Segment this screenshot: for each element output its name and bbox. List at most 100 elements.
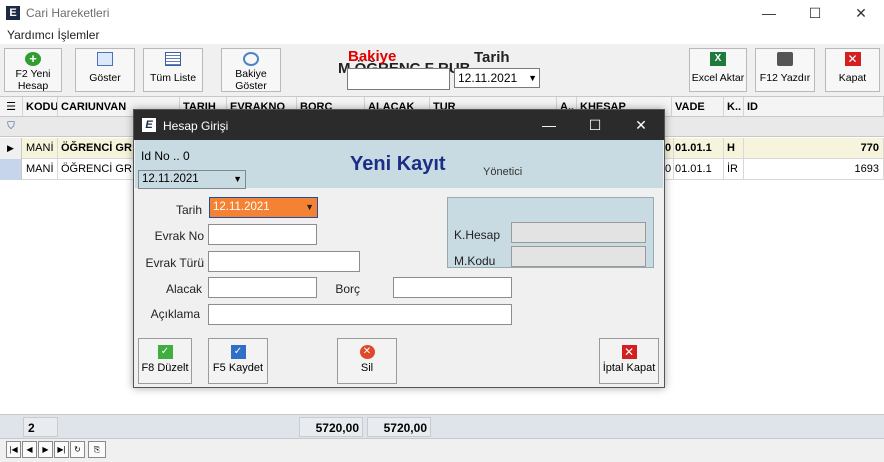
show-button[interactable]: Göster	[75, 48, 135, 92]
id-no-label: Id No .. 0	[141, 149, 190, 163]
check-icon: ✓	[157, 345, 173, 359]
window-close-button[interactable]: ✕	[838, 0, 884, 26]
m-kodu-input[interactable]	[511, 246, 646, 267]
menu-bar: Yardımcı İşlemler	[0, 26, 884, 44]
alacak-label: Alacak	[165, 282, 202, 296]
row-indicator	[0, 159, 22, 180]
dialog-heading: Yeni Kayıt	[350, 153, 446, 175]
refresh-icon[interactable]: ↻	[70, 441, 85, 458]
column-chooser-icon[interactable]: ☰	[0, 97, 23, 117]
view-icon	[97, 52, 113, 66]
tarih-date-value: 12.11.2021	[458, 71, 518, 85]
tarih-date-picker[interactable]: 12.11.2021 ▼	[454, 68, 540, 88]
row-kodu: MANİ	[23, 138, 58, 159]
menu-item-yardimci-islemler[interactable]: Yardımcı İşlemler	[7, 28, 99, 42]
khesap-panel: K.Hesap M.Kodu	[447, 197, 654, 268]
export-icon[interactable]: ⎘	[88, 441, 106, 458]
row-id: 1693	[744, 159, 884, 180]
tarih-field[interactable]: 12.11.2021 ▼	[209, 197, 318, 218]
save-check-icon: ✓	[230, 345, 246, 359]
bakiye-field[interactable]	[347, 68, 450, 90]
dialog-close-button[interactable]: ✕	[618, 110, 664, 140]
dialog-header-panel: Id No .. 0 12.11.2021 ▼ Yeni Kayıt Yönet…	[135, 140, 663, 189]
toolbar: + F2 Yeni Hesap Göster Tüm Liste Bakiye …	[0, 44, 884, 96]
app-logo-icon: E	[6, 6, 20, 20]
print-label: F12 Yazdır	[759, 72, 811, 84]
row-selected-icon: ▶	[0, 138, 22, 159]
row-k: H	[724, 138, 744, 159]
record-navigator: |◀ ◀ ▶ ▶| ↻ ⎘	[0, 438, 884, 462]
next-record-icon[interactable]: ▶	[38, 441, 53, 458]
chevron-down-icon: ▼	[305, 202, 314, 212]
last-record-icon[interactable]: ▶|	[54, 441, 69, 458]
header-date-picker[interactable]: 12.11.2021 ▼	[138, 170, 246, 189]
window-titlebar: E Cari Hareketleri — ☐ ✕	[0, 0, 884, 26]
user-label: Yönetici	[483, 166, 523, 178]
full-list-button[interactable]: Tüm Liste	[143, 48, 203, 92]
bakiye-show-label-1: Bakiye	[235, 68, 267, 80]
dialog-titlebar: E Hesap Girişi — ☐ ✕	[134, 110, 664, 140]
m-kodu-label: M.Kodu	[454, 254, 496, 268]
aciklama-input[interactable]	[208, 304, 512, 325]
duzelt-label: F8 Düzelt	[141, 362, 189, 374]
dialog-logo-icon: E	[142, 118, 156, 132]
print-button[interactable]: F12 Yazdır	[755, 48, 815, 92]
evrak-turu-input[interactable]	[208, 251, 360, 272]
row-vade: 01.01.1	[672, 159, 724, 180]
new-account-button[interactable]: + F2 Yeni Hesap	[4, 48, 62, 92]
aciklama-label: Açıklama	[150, 307, 200, 321]
evrak-no-input[interactable]	[208, 224, 317, 245]
kaydet-label: F5 Kaydet	[212, 362, 264, 374]
printer-icon	[777, 52, 793, 66]
close-button[interactable]: ✕ Kapat	[825, 48, 880, 92]
sil-button[interactable]: ✕ Sil	[337, 338, 397, 384]
column-header-vade[interactable]: VADE	[672, 97, 724, 117]
minimize-button[interactable]: —	[746, 0, 792, 26]
duzelt-button[interactable]: ✓ F8 Düzelt	[138, 338, 192, 384]
iptal-kapat-button[interactable]: ✕ İptal Kapat	[599, 338, 659, 384]
dialog-maximize-button[interactable]: ☐	[572, 110, 618, 140]
bakiye-label: Bakiye	[348, 48, 397, 65]
borc-input[interactable]	[393, 277, 512, 298]
iptal-kapat-label: İptal Kapat	[602, 362, 656, 374]
delete-icon: ✕	[359, 345, 375, 359]
first-record-icon[interactable]: |◀	[6, 441, 21, 458]
column-header-id[interactable]: ID	[744, 97, 884, 117]
excel-export-button[interactable]: X Excel Aktar	[689, 48, 747, 92]
hesap-girisi-dialog: E Hesap Girişi — ☐ ✕ Id No .. 0 12.11.20…	[133, 109, 665, 388]
show-label: Göster	[89, 72, 121, 84]
dialog-minimize-button[interactable]: —	[526, 110, 572, 140]
excel-icon: X	[710, 52, 726, 66]
maximize-button[interactable]: ☐	[792, 0, 838, 26]
alacak-total: 5720,00	[367, 417, 431, 437]
column-header-kodu[interactable]: KODU	[23, 97, 58, 117]
k-hesap-label: K.Hesap	[454, 228, 501, 242]
borc-label: Borç	[335, 282, 360, 296]
close-icon: ✕	[621, 345, 637, 359]
row-id: 770	[744, 138, 884, 159]
dialog-title: Hesap Girişi	[163, 119, 229, 133]
magnifier-icon	[243, 52, 259, 66]
close-icon: ✕	[844, 52, 861, 66]
tarih-field-label: Tarih	[175, 203, 202, 217]
bakiye-show-button[interactable]: Bakiye Göster	[221, 48, 281, 92]
column-header-k[interactable]: K..	[724, 97, 744, 117]
evrak-turu-label: Evrak Türü	[145, 256, 204, 270]
prev-record-icon[interactable]: ◀	[22, 441, 37, 458]
kaydet-button[interactable]: ✓ F5 Kaydet	[208, 338, 268, 384]
alacak-input[interactable]	[208, 277, 317, 298]
k-hesap-input[interactable]	[511, 222, 646, 243]
borc-total: 5720,00	[299, 417, 363, 437]
row-k: İR	[724, 159, 744, 180]
full-list-label: Tüm Liste	[149, 72, 197, 84]
window-title: Cari Hareketleri	[26, 6, 110, 20]
list-icon	[165, 52, 181, 66]
tarih-field-value: 12.11.2021	[213, 201, 270, 213]
plus-icon: +	[25, 52, 41, 66]
excel-export-label: Excel Aktar	[691, 72, 745, 84]
chevron-down-icon: ▼	[528, 73, 537, 83]
header-date-value: 12.11.2021	[142, 173, 199, 185]
tarih-label: Tarih	[474, 49, 510, 66]
filter-icon[interactable]: ⛉	[0, 117, 22, 137]
new-account-label-2: Hesap	[17, 80, 49, 92]
